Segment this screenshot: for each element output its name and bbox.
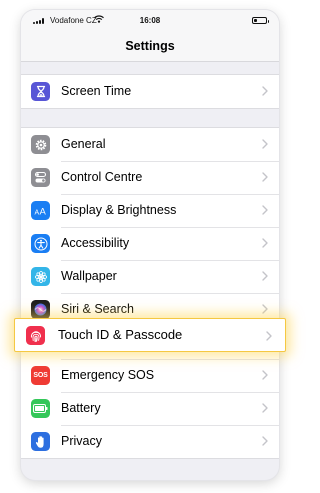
settings-item-emergency-sos[interactable]: SOS Emergency SOS bbox=[21, 359, 279, 392]
settings-item-label: Display & Brightness bbox=[61, 203, 177, 217]
chevron-right-icon bbox=[262, 172, 268, 182]
settings-item-screen-time[interactable]: Screen Time bbox=[21, 75, 279, 108]
settings-item-label: Battery bbox=[61, 401, 101, 415]
chevron-right-icon bbox=[262, 370, 268, 380]
settings-item-privacy[interactable]: Privacy bbox=[21, 425, 279, 458]
battery-icon bbox=[31, 399, 50, 418]
siri-icon bbox=[31, 300, 50, 319]
chevron-right-icon bbox=[262, 436, 268, 446]
settings-item-control-centre[interactable]: Control Centre bbox=[21, 161, 279, 194]
settings-item-accessibility[interactable]: Accessibility bbox=[21, 227, 279, 260]
hourglass-icon bbox=[31, 82, 50, 101]
settings-item-label: Emergency SOS bbox=[61, 368, 155, 382]
status-bar: Vodafone CZ 16:08 bbox=[21, 10, 279, 32]
chevron-right-icon bbox=[262, 86, 268, 96]
chevron-right-icon bbox=[266, 331, 272, 341]
settings-item-wallpaper[interactable]: Wallpaper bbox=[21, 260, 279, 293]
fingerprint-icon bbox=[26, 326, 45, 345]
settings-item-label: Touch ID & Passcode bbox=[58, 327, 183, 342]
settings-item-label: Control Centre bbox=[61, 170, 143, 184]
settings-item-label: Accessibility bbox=[61, 236, 130, 250]
settings-item-general[interactable]: General bbox=[21, 128, 279, 161]
settings-item-label: Siri & Search bbox=[61, 302, 134, 316]
settings-item-touch-id-passcode[interactable]: Touch ID & Passcode bbox=[14, 318, 286, 352]
settings-item-label: General bbox=[61, 137, 106, 151]
text-size-icon: AA bbox=[31, 201, 50, 220]
status-time: 16:08 bbox=[139, 16, 161, 25]
accessibility-icon bbox=[31, 234, 50, 253]
chevron-right-icon bbox=[262, 304, 268, 314]
settings-item-display-brightness[interactable]: AA Display & Brightness bbox=[21, 194, 279, 227]
flower-icon bbox=[31, 267, 50, 286]
sos-icon-text: SOS bbox=[33, 372, 48, 379]
chevron-right-icon bbox=[262, 238, 268, 248]
page-title: Settings bbox=[125, 39, 175, 53]
settings-group-screen-time: Screen Time bbox=[21, 74, 279, 109]
sos-icon: SOS bbox=[31, 366, 50, 385]
settings-item-battery[interactable]: Battery bbox=[21, 392, 279, 425]
battery-status-icon bbox=[252, 17, 269, 24]
gear-icon bbox=[31, 135, 50, 154]
chevron-right-icon bbox=[262, 403, 268, 413]
navigation-header: Vodafone CZ 16:08 Settings bbox=[21, 10, 279, 62]
chevron-right-icon bbox=[262, 271, 268, 281]
hand-icon bbox=[31, 432, 50, 451]
chevron-right-icon bbox=[262, 139, 268, 149]
svg-text:A: A bbox=[39, 207, 46, 217]
settings-item-label: Wallpaper bbox=[61, 269, 117, 283]
settings-item-label: Screen Time bbox=[61, 84, 132, 98]
phone-screen: Vodafone CZ 16:08 Settings Screen Time G… bbox=[21, 10, 279, 480]
toggles-icon bbox=[31, 168, 50, 187]
settings-group-main: General Control Centre AA Display & Brig… bbox=[21, 127, 279, 459]
settings-item-label: Privacy bbox=[61, 434, 102, 448]
chevron-right-icon bbox=[262, 205, 268, 215]
